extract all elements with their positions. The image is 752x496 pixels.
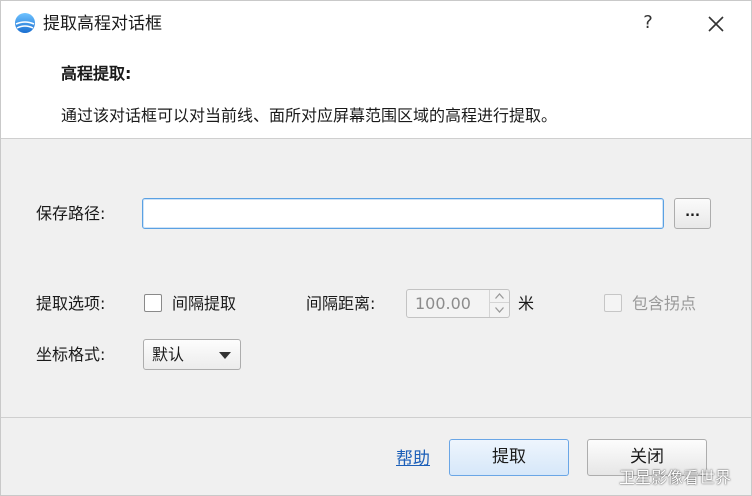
coordinate-format-label: 坐标格式:	[36, 345, 106, 364]
coordinate-format-select[interactable]: 默认	[143, 339, 241, 370]
extract-options-label: 提取选项:	[36, 294, 106, 313]
footer-divider	[1, 417, 751, 418]
interval-distance-value: 100.00	[415, 294, 471, 313]
browse-button[interactable]: ...	[674, 198, 711, 229]
include-turn-points-label: 包含拐点	[632, 294, 697, 313]
interval-distance-spinbox[interactable]: 100.00	[406, 289, 510, 318]
dropdown-arrow-icon	[219, 352, 231, 359]
dialog-header: 高程提取: 通过该对话框可以对当前线、面所对应屏幕范围区域的高程进行提取。	[1, 47, 751, 139]
watermark-text: 卫星影像看世界	[619, 468, 732, 487]
chevron-down-icon	[495, 306, 504, 313]
header-title: 高程提取:	[61, 64, 132, 83]
interval-extract-checkbox[interactable]	[144, 294, 162, 312]
title-bar: 提取高程对话框 ?	[1, 1, 751, 47]
save-path-label: 保存路径:	[36, 204, 106, 223]
help-question-button[interactable]: ?	[637, 10, 659, 36]
interval-extract-label: 间隔提取	[172, 294, 237, 313]
chevron-up-icon	[495, 293, 504, 299]
extract-button[interactable]: 提取	[449, 439, 569, 476]
spin-down-button[interactable]	[490, 303, 509, 316]
header-description: 通过该对话框可以对当前线、面所对应屏幕范围区域的高程进行提取。	[61, 106, 558, 125]
distance-unit-label: 米	[518, 294, 535, 313]
coordinate-format-value: 默认	[152, 345, 185, 364]
close-icon[interactable]	[704, 12, 728, 36]
app-globe-icon	[15, 13, 35, 33]
help-link[interactable]: 帮助	[396, 448, 430, 470]
spin-arrows	[489, 290, 509, 317]
elevation-extract-dialog: 提取高程对话框 ? 高程提取: 通过该对话框可以对当前线、面所对应屏幕范围区域的…	[0, 0, 752, 496]
interval-distance-label: 间隔距离:	[306, 294, 376, 313]
include-turn-points-checkbox[interactable]	[604, 294, 622, 312]
spin-up-button[interactable]	[490, 290, 509, 303]
save-path-input[interactable]	[142, 198, 664, 229]
window-title: 提取高程对话框	[43, 14, 162, 34]
